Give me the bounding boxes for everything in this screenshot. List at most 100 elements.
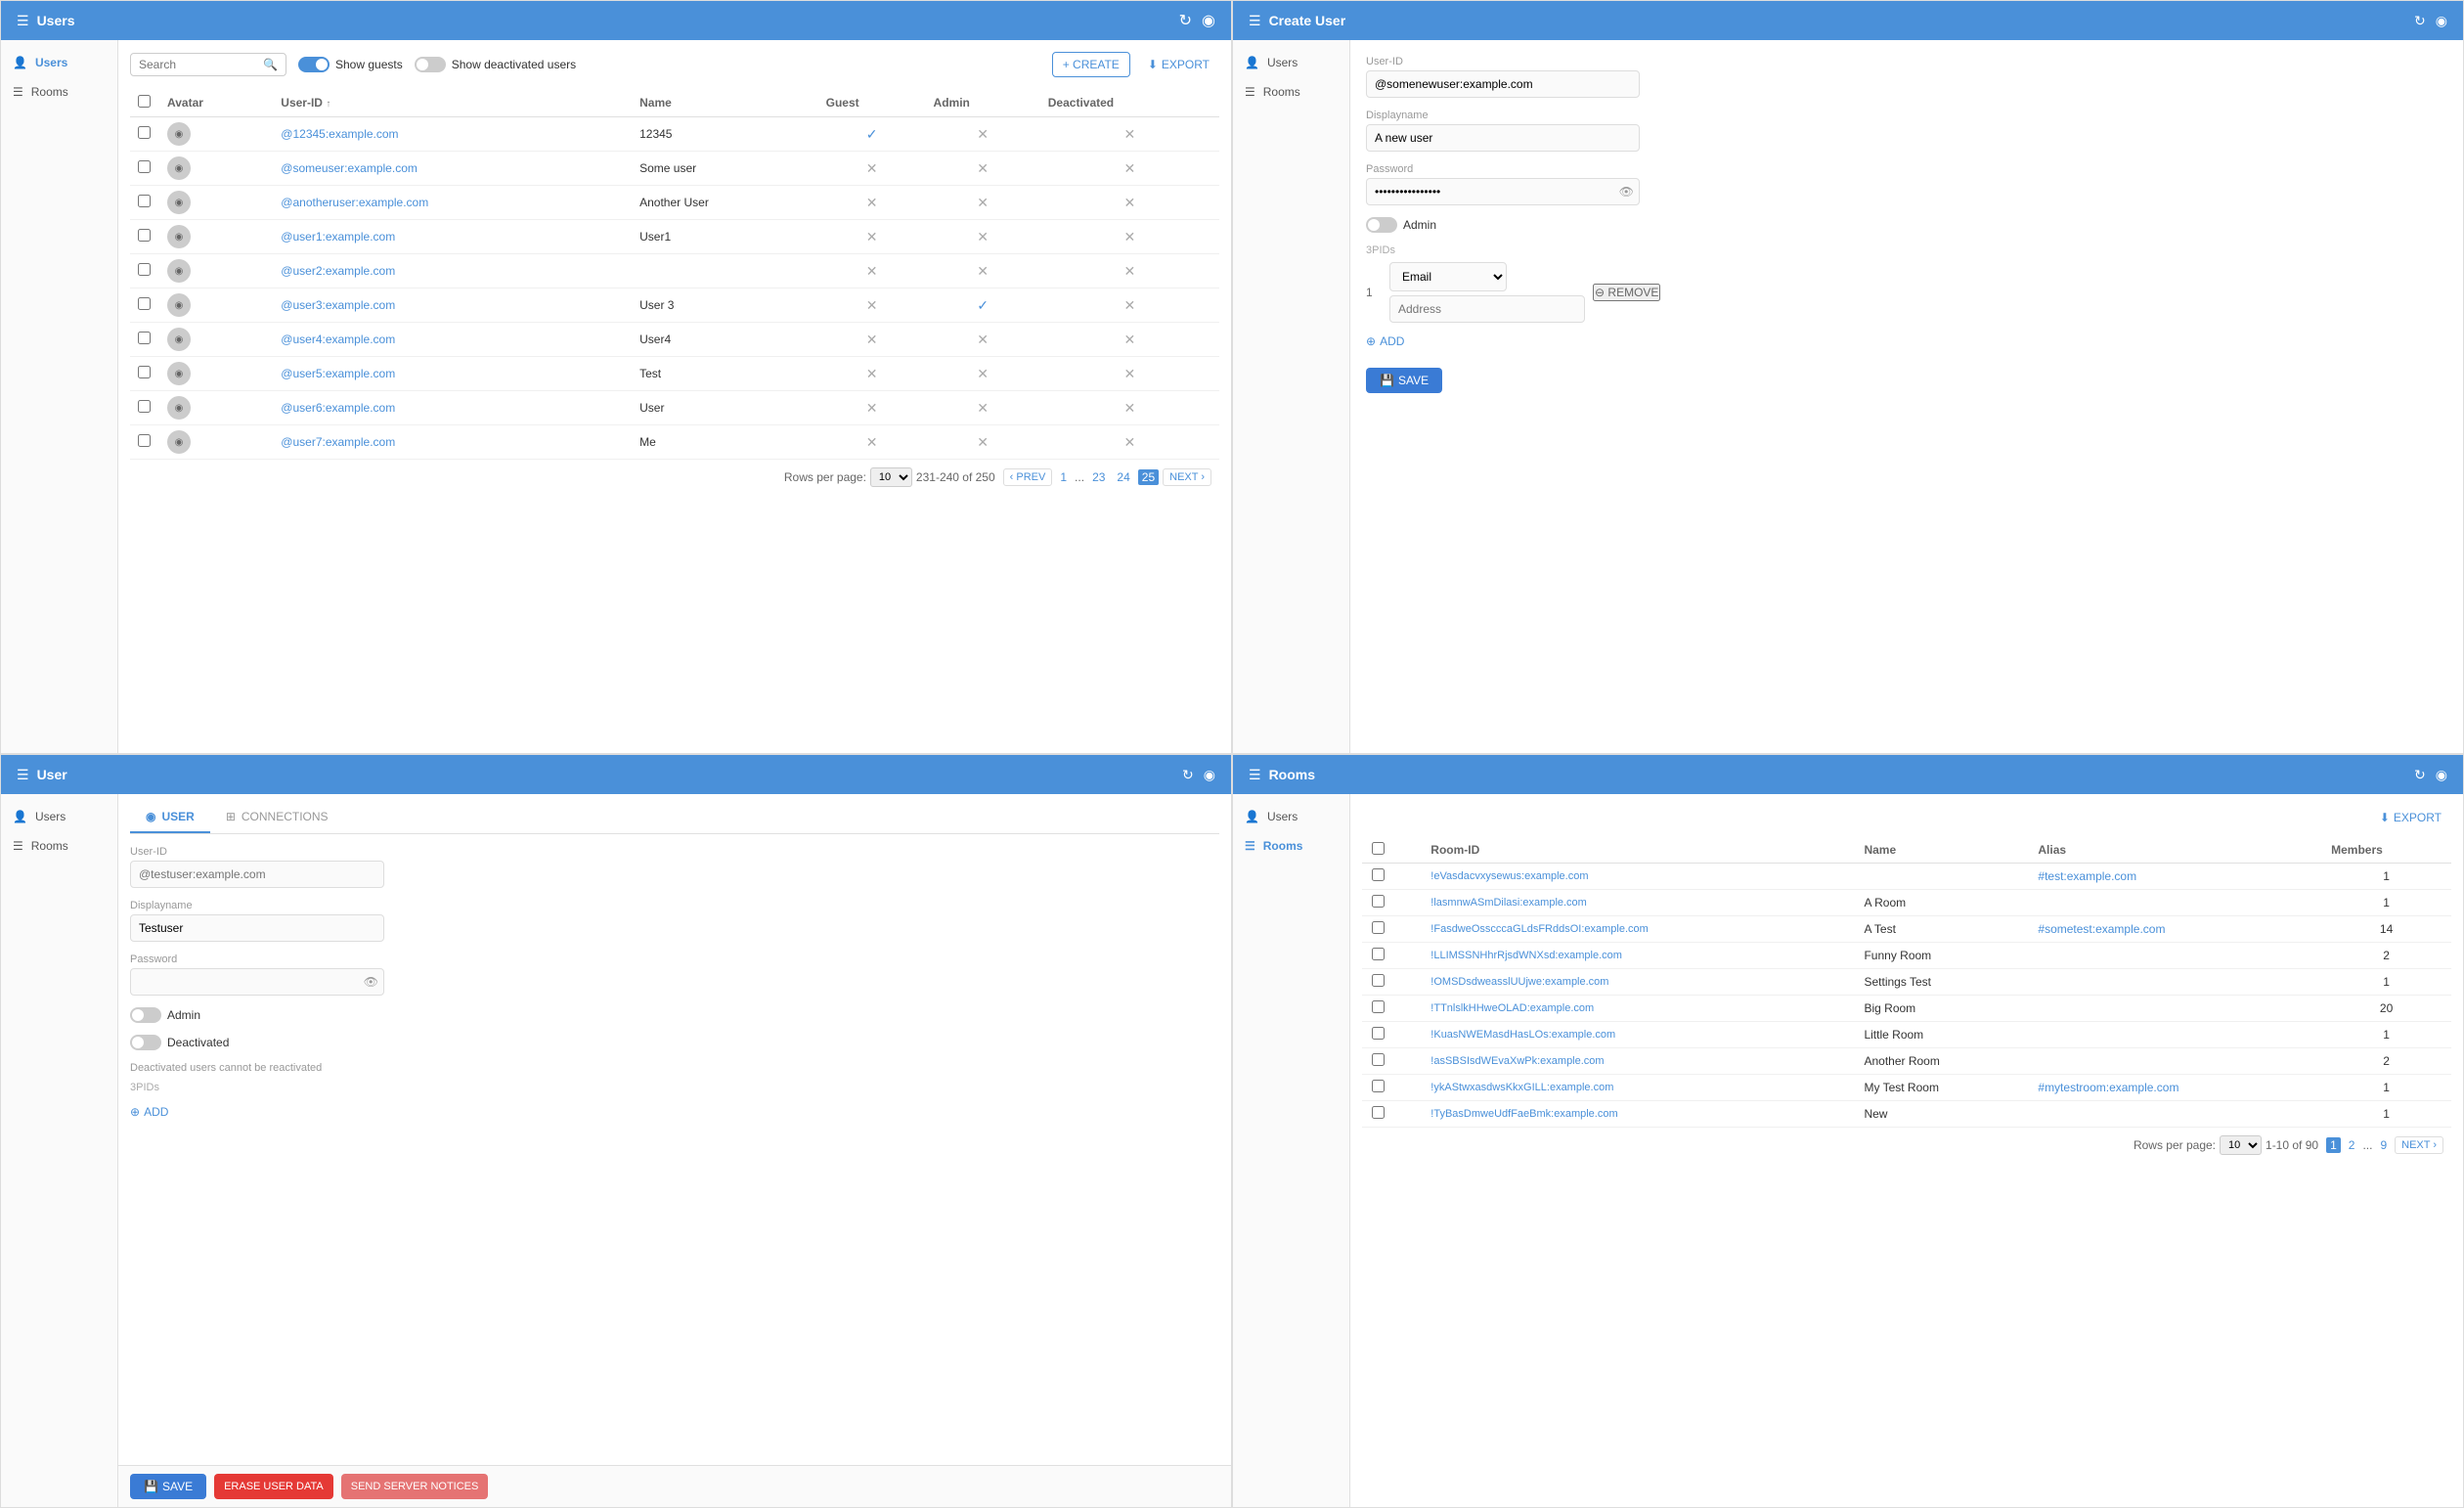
admin-toggle-3[interactable] xyxy=(130,1007,161,1023)
password-input-3[interactable] xyxy=(130,968,384,996)
page-25[interactable]: 25 xyxy=(1138,469,1159,485)
create-button[interactable]: + CREATE xyxy=(1052,52,1130,77)
row-checkbox[interactable] xyxy=(138,332,151,344)
room-id-cell[interactable]: !OMSDsdweasslUUjwe:example.com xyxy=(1421,969,1854,996)
refresh-icon-2[interactable]: ↻ xyxy=(2414,13,2426,29)
room-checkbox[interactable] xyxy=(1372,868,1385,881)
menu-icon[interactable]: ☰ xyxy=(17,13,29,29)
medium-select[interactable]: Medium Email MSISDN xyxy=(1389,262,1507,291)
search-box[interactable]: 🔍 xyxy=(130,53,286,76)
refresh-icon-4[interactable]: ↻ xyxy=(2414,767,2426,783)
room-checkbox[interactable] xyxy=(1372,948,1385,960)
save-button[interactable]: 💾 SAVE xyxy=(1366,368,1442,393)
displayname-input[interactable] xyxy=(1366,124,1640,152)
show-deactivated-toggle[interactable] xyxy=(415,57,446,72)
next-page-button[interactable]: NEXT › xyxy=(1163,468,1211,486)
address-input[interactable] xyxy=(1389,295,1585,323)
user-id-cell[interactable]: @12345:example.com xyxy=(273,117,632,152)
user-id-cell[interactable]: @user2:example.com xyxy=(273,254,632,288)
row-checkbox[interactable] xyxy=(138,160,151,173)
rooms-page-9[interactable]: 9 xyxy=(2376,1137,2391,1153)
row-checkbox[interactable] xyxy=(138,263,151,276)
user-save-button[interactable]: 💾 SAVE xyxy=(130,1474,206,1499)
remove-pid-button[interactable]: ⊖ REMOVE xyxy=(1593,284,1660,301)
search-input[interactable] xyxy=(139,58,263,71)
sidebar-item-rooms[interactable]: ☰ Rooms xyxy=(1,77,117,107)
room-checkbox[interactable] xyxy=(1372,1000,1385,1013)
page-1[interactable]: 1 xyxy=(1056,469,1071,485)
select-all-checkbox[interactable] xyxy=(138,95,151,108)
room-id-cell[interactable]: !asSBSIsdWEvaXwPk:example.com xyxy=(1421,1048,1854,1075)
room-checkbox[interactable] xyxy=(1372,1053,1385,1066)
room-checkbox[interactable] xyxy=(1372,1027,1385,1040)
refresh-icon-3[interactable]: ↻ xyxy=(1182,767,1194,783)
sidebar-item-rooms-2[interactable]: ☰ Rooms xyxy=(1233,77,1349,107)
sidebar-item-users[interactable]: 👤 Users xyxy=(1,48,117,77)
refresh-icon[interactable]: ↻ xyxy=(1179,11,1192,30)
room-id-cell[interactable]: !lasmnwASmDilasi:example.com xyxy=(1421,890,1854,916)
toggle-password-icon[interactable]: 👁 xyxy=(1619,185,1634,199)
rooms-select-all[interactable] xyxy=(1372,842,1385,855)
sidebar-item-users-2[interactable]: 👤 Users xyxy=(1233,48,1349,77)
rooms-page-1[interactable]: 1 xyxy=(2326,1137,2341,1153)
user-account-icon-2[interactable]: ◉ xyxy=(2436,13,2447,29)
room-id-cell[interactable]: !FasdweOsscccaGLdsFRddsOI:example.com xyxy=(1421,916,1854,943)
add-pid-button-3[interactable]: ⊕ ADD xyxy=(130,1105,1219,1119)
room-checkbox[interactable] xyxy=(1372,1106,1385,1119)
sidebar-item-rooms-3[interactable]: ☰ Rooms xyxy=(1,831,117,861)
send-notices-button[interactable]: SEND SERVER NOTICES xyxy=(341,1474,489,1499)
user-id-cell[interactable]: @user7:example.com xyxy=(273,425,632,460)
row-checkbox[interactable] xyxy=(138,297,151,310)
user-account-icon-4[interactable]: ◉ xyxy=(2436,767,2447,783)
menu-icon-3[interactable]: ☰ xyxy=(17,767,29,783)
admin-toggle[interactable] xyxy=(1366,217,1397,233)
room-id-cell[interactable]: !LLIMSSNHhrRjsdWNXsd:example.com xyxy=(1421,943,1854,969)
user-account-icon-3[interactable]: ◉ xyxy=(1204,767,1215,783)
add-pid-button[interactable]: ⊕ ADD xyxy=(1366,334,2447,348)
export-button[interactable]: ⬇ EXPORT xyxy=(1138,53,1219,76)
room-id-cell[interactable]: !ykAStwxasdwsKkxGILL:example.com xyxy=(1421,1075,1854,1101)
user-id-input-3[interactable] xyxy=(130,861,384,888)
rows-per-page-select[interactable]: 10 25 50 xyxy=(870,467,912,487)
sidebar-item-rooms-4[interactable]: ☰ Rooms xyxy=(1233,831,1349,861)
show-guests-toggle[interactable] xyxy=(298,57,330,72)
col-user-id[interactable]: User-ID ↑ xyxy=(273,89,632,117)
row-checkbox[interactable] xyxy=(138,434,151,447)
user-id-cell[interactable]: @user3:example.com xyxy=(273,288,632,323)
room-checkbox[interactable] xyxy=(1372,974,1385,987)
tab-user[interactable]: ◉ USER xyxy=(130,802,210,833)
row-checkbox[interactable] xyxy=(138,366,151,378)
row-checkbox[interactable] xyxy=(138,126,151,139)
user-account-icon[interactable]: ◉ xyxy=(1202,11,1215,30)
room-checkbox[interactable] xyxy=(1372,895,1385,908)
rooms-next-button[interactable]: NEXT › xyxy=(2395,1136,2443,1154)
toggle-password-icon-3[interactable]: 👁 xyxy=(364,975,378,989)
row-checkbox[interactable] xyxy=(138,229,151,242)
page-23[interactable]: 23 xyxy=(1088,469,1109,485)
tab-connections[interactable]: ⊞ CONNECTIONS xyxy=(210,802,344,833)
room-checkbox[interactable] xyxy=(1372,921,1385,934)
prev-page-button[interactable]: ‹ PREV xyxy=(1003,468,1053,486)
user-id-cell[interactable]: @someuser:example.com xyxy=(273,152,632,186)
room-id-cell[interactable]: !eVasdacvxysewus:example.com xyxy=(1421,864,1854,890)
menu-icon-2[interactable]: ☰ xyxy=(1249,13,1261,29)
page-24[interactable]: 24 xyxy=(1113,469,1133,485)
erase-user-button[interactable]: ERASE USER DATA xyxy=(214,1474,333,1499)
deactivated-toggle[interactable] xyxy=(130,1035,161,1050)
room-id-cell[interactable]: !TyBasDmweUdfFaeBmk:example.com xyxy=(1421,1101,1854,1128)
user-id-input[interactable] xyxy=(1366,70,1640,98)
user-id-cell[interactable]: @user6:example.com xyxy=(273,391,632,425)
sidebar-item-users-3[interactable]: 👤 Users xyxy=(1,802,117,831)
room-id-cell[interactable]: !KuasNWEMasdHasLOs:example.com xyxy=(1421,1022,1854,1048)
user-id-cell[interactable]: @anotheruser:example.com xyxy=(273,186,632,220)
password-input[interactable] xyxy=(1366,178,1640,205)
row-checkbox[interactable] xyxy=(138,195,151,207)
room-id-cell[interactable]: !TTnlslkHHweOLAD:example.com xyxy=(1421,996,1854,1022)
rooms-rows-per-page[interactable]: 10 25 xyxy=(2220,1135,2262,1155)
user-id-cell[interactable]: @user5:example.com xyxy=(273,357,632,391)
row-checkbox[interactable] xyxy=(138,400,151,413)
sidebar-item-users-4[interactable]: 👤 Users xyxy=(1233,802,1349,831)
rooms-export-button[interactable]: ⬇ EXPORT xyxy=(2370,806,2451,829)
user-id-cell[interactable]: @user4:example.com xyxy=(273,323,632,357)
rooms-page-2[interactable]: 2 xyxy=(2345,1137,2359,1153)
